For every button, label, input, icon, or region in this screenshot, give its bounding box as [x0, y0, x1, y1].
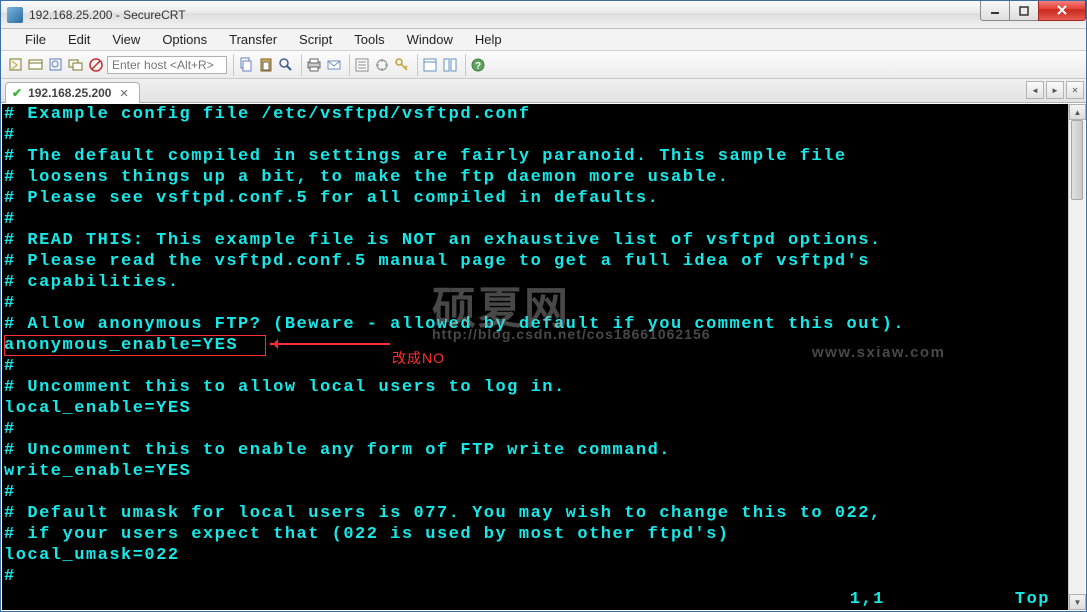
annotation-text: 改成NO — [392, 348, 445, 369]
terminal[interactable]: # Example config file /etc/vsftpd/vsftpd… — [2, 104, 1068, 610]
menu-edit[interactable]: Edit — [58, 30, 100, 49]
menubar: File Edit View Options Transfer Script T… — [1, 29, 1086, 51]
session-window-icon[interactable] — [421, 56, 439, 74]
menu-view[interactable]: View — [102, 30, 150, 49]
options-icon[interactable] — [373, 56, 391, 74]
tab-bar: ✔ 192.168.25.200 ✕ ◄ ► ✕ — [1, 79, 1086, 103]
scrollbar-thumb[interactable] — [1071, 120, 1083, 200]
close-button[interactable] — [1038, 1, 1086, 21]
menu-help[interactable]: Help — [465, 30, 512, 49]
tab-label: 192.168.25.200 — [28, 86, 111, 100]
properties-icon[interactable] — [353, 56, 371, 74]
connect-dialog-icon[interactable] — [27, 56, 45, 74]
vim-position: 1,1 — [850, 589, 885, 610]
key-icon[interactable] — [393, 56, 411, 74]
menu-file[interactable]: File — [15, 30, 56, 49]
paste-icon[interactable] — [257, 56, 275, 74]
vertical-scrollbar[interactable]: ▲ ▼ — [1068, 104, 1085, 610]
reconnect-all-icon[interactable] — [67, 56, 85, 74]
scroll-down-button[interactable]: ▼ — [1069, 594, 1086, 610]
tab-session[interactable]: ✔ 192.168.25.200 ✕ — [5, 82, 140, 103]
minimize-button[interactable] — [980, 1, 1010, 21]
tab-scroll-left-icon[interactable]: ◄ — [1026, 81, 1044, 99]
maximize-button[interactable] — [1009, 1, 1039, 21]
find-icon[interactable] — [277, 56, 295, 74]
copy-icon[interactable] — [237, 56, 255, 74]
help-icon[interactable]: ? — [469, 56, 487, 74]
disconnect-icon[interactable] — [87, 56, 105, 74]
menu-tools[interactable]: Tools — [344, 30, 394, 49]
app-window: 192.168.25.200 - SecureCRT File Edit Vie… — [0, 0, 1087, 612]
tab-scroll-right-icon[interactable]: ► — [1046, 81, 1064, 99]
menu-window[interactable]: Window — [397, 30, 463, 49]
svg-text:?: ? — [475, 61, 481, 72]
host-input[interactable] — [107, 56, 227, 74]
menu-transfer[interactable]: Transfer — [219, 30, 287, 49]
print-icon[interactable] — [305, 56, 323, 74]
quick-connect-icon[interactable] — [7, 56, 25, 74]
vim-status: 1,1 Top — [850, 589, 1050, 610]
send-icon[interactable] — [325, 56, 343, 74]
window-controls — [981, 1, 1086, 21]
vim-location: Top — [1015, 589, 1050, 610]
app-icon — [7, 7, 23, 23]
tile-icon[interactable] — [441, 56, 459, 74]
connected-check-icon: ✔ — [12, 86, 22, 100]
toolbar: ? — [1, 51, 1086, 79]
reconnect-icon[interactable] — [47, 56, 65, 74]
menu-options[interactable]: Options — [152, 30, 217, 49]
tab-close-panel-icon[interactable]: ✕ — [1066, 81, 1084, 99]
terminal-content: # Example config file /etc/vsftpd/vsftpd… — [4, 104, 1066, 587]
window-title: 192.168.25.200 - SecureCRT — [29, 8, 186, 22]
menu-script[interactable]: Script — [289, 30, 342, 49]
terminal-area: # Example config file /etc/vsftpd/vsftpd… — [2, 104, 1085, 610]
titlebar[interactable]: 192.168.25.200 - SecureCRT — [1, 1, 1086, 29]
scroll-up-button[interactable]: ▲ — [1069, 104, 1086, 120]
tab-close-icon[interactable]: ✕ — [117, 87, 130, 100]
